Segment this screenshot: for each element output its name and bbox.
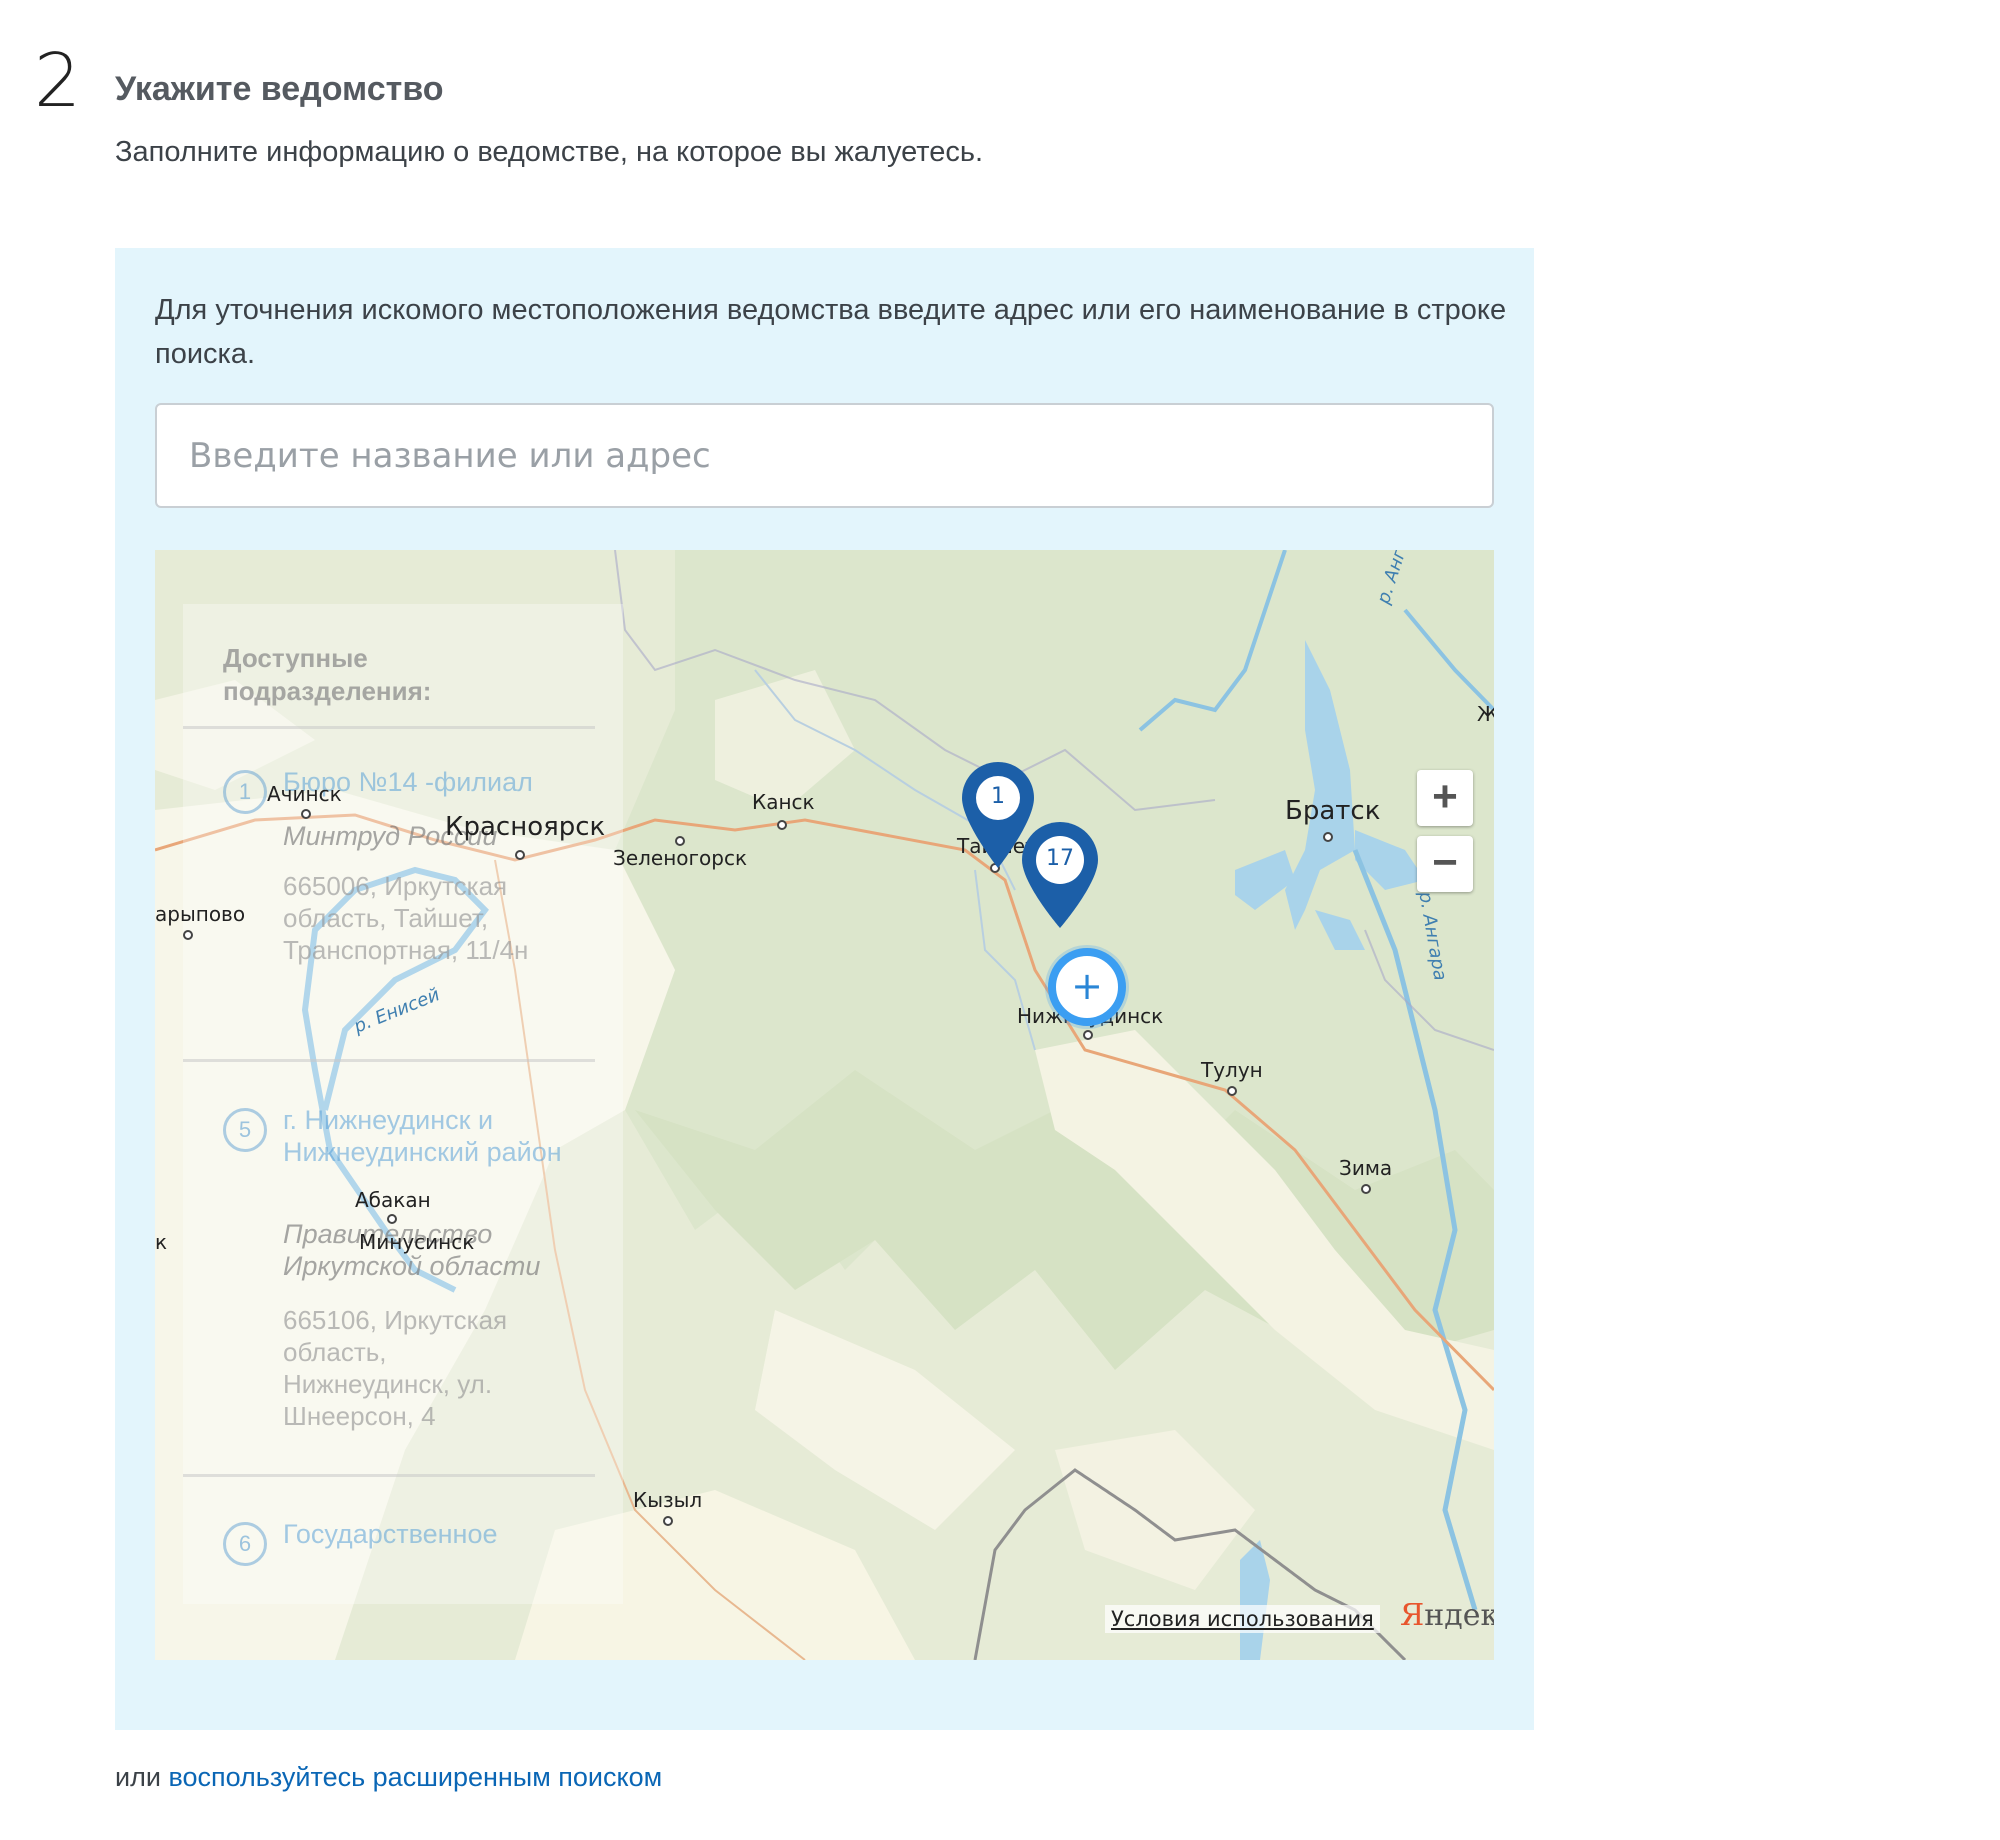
marker-count: 1: [991, 784, 1005, 809]
department-address: 665006, Иркутская область, Тайшет, Транс…: [283, 871, 529, 965]
city-dot: [183, 930, 193, 940]
department-name[interactable]: Государственное: [283, 1518, 603, 1550]
city-label: Ачинск: [267, 782, 342, 806]
city-label: Тулун: [1201, 1058, 1263, 1082]
yandex-logo[interactable]: Яндекс: [1400, 1598, 1494, 1633]
search-box: [155, 403, 1494, 508]
overlay-divider: [183, 1059, 595, 1062]
location-plus-icon[interactable]: +: [1048, 948, 1126, 1026]
city-dot: [777, 820, 787, 830]
department-number: 5: [223, 1108, 267, 1152]
step-description: Заполните информацию о ведомстве, на кот…: [115, 136, 984, 168]
city-label: Минусинск: [359, 1230, 475, 1254]
city-dot: [1323, 832, 1333, 842]
department-name[interactable]: г. Нижнеудинск и Нижнеудинский район: [283, 1104, 603, 1168]
advanced-search-link[interactable]: воспользуйтесь расширенным поиском: [168, 1762, 662, 1792]
city-dot: [515, 850, 525, 860]
step-number: 2: [34, 38, 82, 124]
city-dot: [1361, 1184, 1371, 1194]
page: 2 Укажите ведомство Заполните информацию…: [0, 0, 2000, 1840]
city-label: Кызыл: [633, 1488, 703, 1512]
zoom-out-button[interactable]: −: [1417, 836, 1473, 892]
city-dot: [301, 809, 311, 819]
step-title: Укажите ведомство: [115, 70, 444, 108]
advanced-search-prefix: или: [115, 1762, 161, 1792]
city-label: Абакан: [355, 1188, 431, 1212]
advanced-search-line: или воспользуйтесь расширенным поиском: [115, 1762, 662, 1793]
department-address: 665106, Иркутская область, Нижнеудинск, …: [283, 1305, 508, 1431]
yandex-logo-rest: ндекс: [1424, 1598, 1494, 1633]
search-input[interactable]: [157, 405, 1492, 506]
marker-pin-icon: [1022, 822, 1098, 928]
city-label: Канск: [752, 790, 815, 814]
city-label: арыпово: [155, 902, 246, 926]
departments-overlay: Доступные подразделения: 1 Бюро №14 -фил…: [183, 604, 623, 1604]
city-label: Зеленогорск: [613, 846, 748, 870]
map[interactable]: Доступные подразделения: 1 Бюро №14 -фил…: [155, 550, 1494, 1660]
city-label: Ж: [1477, 702, 1494, 726]
location-plus-symbol: +: [1071, 964, 1103, 1008]
city-label: Красноярск: [445, 812, 606, 842]
city-dot: [675, 836, 685, 846]
zoom-in-button[interactable]: +: [1417, 770, 1473, 826]
city-label: Зима: [1339, 1156, 1393, 1180]
search-hint: Для уточнения искомого местоположения ве…: [155, 294, 1507, 370]
terms-of-use-link[interactable]: Условия использования: [1105, 1605, 1380, 1633]
city-dot: [387, 1214, 397, 1224]
overlay-divider: [183, 1474, 595, 1477]
city-dot: [1083, 1030, 1093, 1040]
department-number: 1: [223, 770, 267, 814]
department-number: 6: [223, 1522, 267, 1566]
plus-icon: +: [1432, 772, 1458, 821]
city-dot: [663, 1516, 673, 1526]
city-label: к: [155, 1230, 168, 1254]
map-marker[interactable]: 17: [1020, 820, 1100, 930]
overlay-title: Доступные подразделения:: [223, 643, 432, 706]
yandex-logo-first: Я: [1400, 1598, 1425, 1633]
city-label: Братск: [1285, 796, 1381, 826]
marker-count: 17: [1046, 846, 1074, 871]
city-dot: [1227, 1086, 1237, 1096]
search-panel: Для уточнения искомого местоположения ве…: [115, 248, 1534, 1730]
overlay-divider: [183, 726, 595, 729]
minus-icon: −: [1432, 838, 1458, 887]
